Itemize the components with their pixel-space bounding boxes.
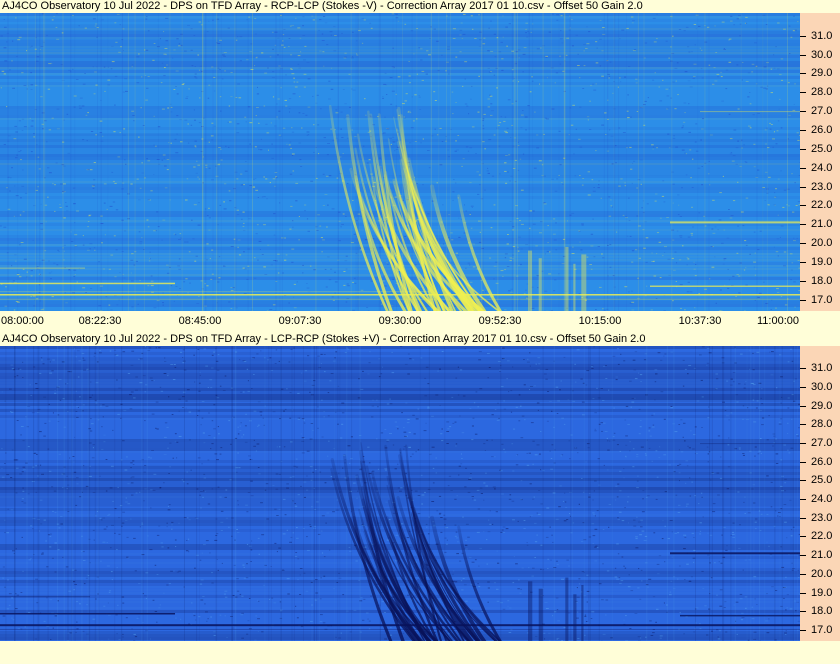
frequency-tick bbox=[800, 517, 806, 519]
frequency-tick bbox=[800, 443, 806, 445]
time-tick-label: 08:45:00 bbox=[178, 315, 222, 327]
frequency-tick bbox=[800, 186, 806, 188]
bottom-frequency-axis: 31.0 30.0 29.0 28.0 27.0 26.0 25.0 24.0 23.0 22.0… bbox=[800, 346, 840, 641]
time-tick-label: 09:07:30 bbox=[278, 315, 322, 327]
frequency-tick bbox=[800, 148, 806, 150]
frequency-tick-label: 29.0 bbox=[811, 67, 833, 80]
bottom-spectrogram bbox=[0, 346, 800, 641]
frequency-tick bbox=[800, 73, 806, 75]
frequency-tick bbox=[800, 573, 806, 575]
frequency-tick bbox=[800, 555, 806, 557]
frequency-tick bbox=[800, 611, 806, 613]
frequency-tick bbox=[800, 205, 806, 207]
top-frequency-axis: 31.0 30.0 29.0 28.0 27.0 26.0 25.0 24.0 23.0 22.0… bbox=[800, 13, 840, 311]
frequency-tick-label: 19.0 bbox=[811, 586, 833, 599]
frequency-tick-label: 29.0 bbox=[811, 399, 833, 412]
frequency-tick bbox=[800, 480, 806, 482]
frequency-tick bbox=[800, 280, 806, 282]
frequency-tick bbox=[800, 592, 806, 594]
frequency-tick-label: 17.0 bbox=[811, 623, 833, 636]
frequency-tick bbox=[800, 629, 806, 631]
frequency-tick-label: 30.0 bbox=[811, 48, 833, 61]
frequency-tick-label: 23.0 bbox=[811, 511, 833, 524]
frequency-tick-label: 24.0 bbox=[811, 161, 833, 174]
frequency-tick-label: 21.0 bbox=[811, 218, 833, 231]
frequency-tick bbox=[800, 299, 806, 301]
frequency-tick bbox=[800, 368, 806, 370]
top-chart-title: AJ4CO Observatory 10 Jul 2022 - DPS on T… bbox=[2, 0, 643, 12]
time-tick-label: 09:52:30 bbox=[478, 315, 522, 327]
frequency-tick bbox=[800, 461, 806, 463]
frequency-tick-label: 20.0 bbox=[811, 237, 833, 250]
frequency-tick bbox=[800, 387, 806, 389]
frequency-tick bbox=[800, 54, 806, 56]
frequency-tick bbox=[800, 111, 806, 113]
frequency-tick bbox=[800, 224, 806, 226]
frequency-tick bbox=[800, 499, 806, 501]
frequency-tick-label: 18.0 bbox=[811, 605, 833, 618]
time-tick-label: 10:37:30 bbox=[678, 315, 722, 327]
frequency-tick-label: 20.0 bbox=[811, 567, 833, 580]
frequency-tick bbox=[800, 405, 806, 407]
top-spectrogram-svg bbox=[0, 13, 800, 311]
frequency-tick-label: 26.0 bbox=[811, 123, 833, 136]
frequency-tick bbox=[800, 536, 806, 538]
frequency-tick-label: 28.0 bbox=[811, 86, 833, 99]
frequency-tick-label: 25.0 bbox=[811, 142, 833, 155]
frequency-tick-label: 23.0 bbox=[811, 180, 833, 193]
time-tick-label: 10:15:00 bbox=[578, 315, 622, 327]
top-spectrogram bbox=[0, 13, 800, 311]
frequency-tick bbox=[800, 424, 806, 426]
frequency-tick-label: 25.0 bbox=[811, 474, 833, 487]
frequency-tick bbox=[800, 129, 806, 131]
frequency-tick-label: 18.0 bbox=[811, 274, 833, 287]
bottom-chart-title: AJ4CO Observatory 10 Jul 2022 - DPS on T… bbox=[2, 333, 646, 345]
frequency-tick-label: 24.0 bbox=[811, 493, 833, 506]
frequency-tick bbox=[800, 243, 806, 245]
bottom-margin bbox=[0, 641, 840, 664]
frequency-tick-label: 31.0 bbox=[811, 29, 833, 42]
bottom-spectrogram-svg bbox=[0, 346, 800, 641]
time-tick-label: 08:22:30 bbox=[78, 315, 122, 327]
frequency-tick-label: 22.0 bbox=[811, 530, 833, 543]
frequency-tick-label: 31.0 bbox=[811, 362, 833, 375]
time-tick-label: 09:30:00 bbox=[378, 315, 422, 327]
frequency-tick-label: 30.0 bbox=[811, 381, 833, 394]
frequency-tick-label: 21.0 bbox=[811, 549, 833, 562]
frequency-tick-label: 27.0 bbox=[811, 437, 833, 450]
time-axis: 08:00:00 08:22:30 08:45:00 09:07:30 09:30:00… bbox=[0, 311, 840, 330]
frequency-tick-label: 27.0 bbox=[811, 105, 833, 118]
frequency-tick-label: 17.0 bbox=[811, 293, 833, 306]
frequency-tick bbox=[800, 262, 806, 263]
frequency-tick bbox=[800, 35, 806, 37]
time-tick-label: 08:00:00 bbox=[1, 315, 44, 327]
frequency-tick-label: 19.0 bbox=[811, 256, 833, 268]
frequency-tick-label: 22.0 bbox=[811, 199, 833, 212]
frequency-tick-label: 28.0 bbox=[811, 418, 833, 431]
frequency-tick bbox=[800, 92, 806, 94]
frequency-tick bbox=[800, 167, 806, 169]
frequency-tick-label: 26.0 bbox=[811, 455, 833, 468]
time-tick-label: 11:00:00 bbox=[756, 315, 799, 327]
